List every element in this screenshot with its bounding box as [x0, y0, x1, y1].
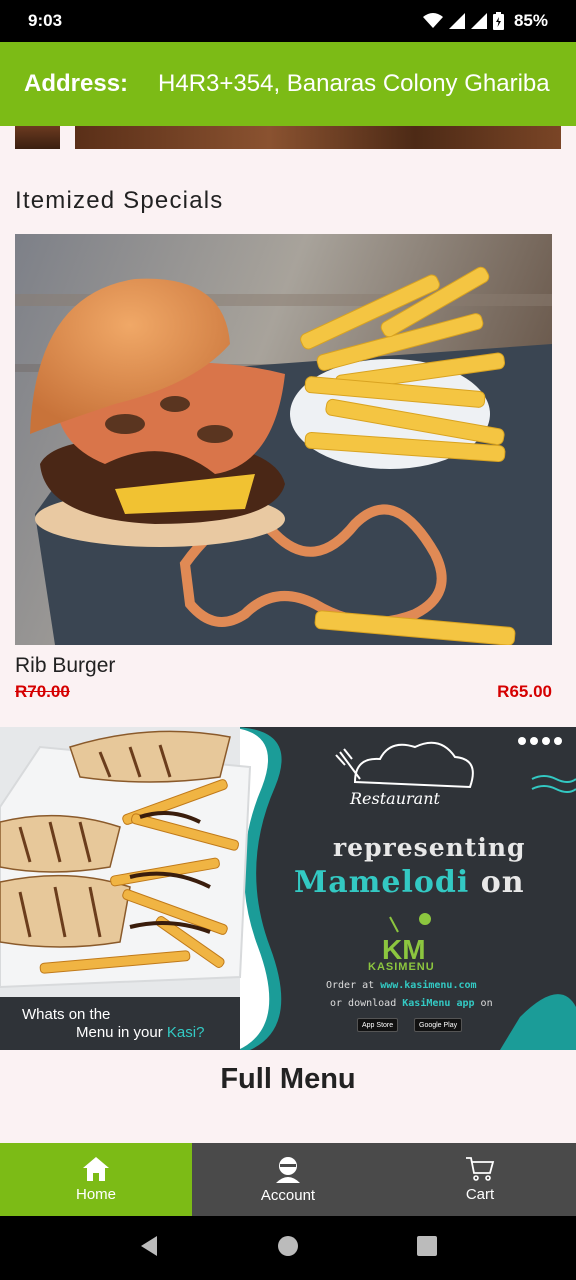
- battery-percent: 85%: [513, 11, 548, 30]
- download-app: KasiMenu app: [402, 998, 475, 1009]
- section-title: Itemized Specials: [15, 187, 224, 214]
- banner-tagline: Whats on the Menu in your Kasi?: [22, 1006, 204, 1042]
- signal-icon: [470, 13, 487, 29]
- wifi-icon: [422, 13, 443, 29]
- recents-icon[interactable]: [415, 1234, 439, 1263]
- nav-account[interactable]: Account: [192, 1143, 384, 1216]
- restaurant-logo-text: Restaurant: [350, 789, 440, 808]
- status-bar: 9:03 85%: [0, 0, 576, 42]
- google-play-badge: Google Play: [414, 1018, 463, 1032]
- system-nav-bar: [0, 1216, 576, 1280]
- battery-icon: [492, 12, 504, 30]
- download-line: or download KasiMenu app on: [330, 998, 493, 1009]
- old-price: R70.00: [15, 682, 70, 701]
- bottom-nav: Home Account Cart: [0, 1143, 576, 1216]
- signal-icon: [448, 13, 465, 29]
- nav-cart[interactable]: Cart: [384, 1143, 576, 1216]
- address-label: Address:: [24, 70, 129, 97]
- order-prefix: Order at: [326, 980, 375, 991]
- nav-cart-label: Cart: [465, 1186, 495, 1203]
- tagline-on-the: on the: [68, 1006, 111, 1023]
- home-circle-icon[interactable]: [276, 1234, 300, 1263]
- on-word: on: [480, 865, 525, 900]
- download-suffix: on: [480, 998, 493, 1009]
- home-icon: [82, 1156, 110, 1182]
- item-name[interactable]: Rib Burger: [15, 654, 115, 678]
- order-url: www.kasimenu.com: [380, 980, 477, 991]
- kasimenu-logo-text: KASIMENU: [368, 961, 435, 973]
- previous-item-image[interactable]: [75, 126, 561, 149]
- burger-and-fries-photo[interactable]: [15, 234, 552, 645]
- order-line: Order at www.kasimenu.com: [326, 980, 477, 991]
- new-price: R65.00: [497, 682, 552, 701]
- previous-item-thumb[interactable]: [15, 126, 60, 149]
- app-store-badge: App Store: [357, 1018, 399, 1032]
- kasimenu-promo-banner[interactable]: Restaurant representing Mamelodi on KM K…: [0, 727, 576, 1050]
- full-menu-title: Full Menu: [220, 1063, 356, 1095]
- tagline-in-your: in your: [117, 1024, 163, 1041]
- nav-home[interactable]: Home: [0, 1143, 192, 1216]
- back-icon[interactable]: [137, 1234, 161, 1263]
- representing-text: representing: [333, 833, 526, 862]
- address-bar[interactable]: Address: H4R3+354, Banaras Colony Gharib…: [0, 42, 576, 126]
- status-time: 9:03: [28, 11, 63, 30]
- mamelodi-word: Mamelodi: [294, 865, 470, 900]
- address-value: H4R3+354, Banaras Colony Ghariba: [158, 70, 550, 97]
- cart-icon: [465, 1156, 495, 1182]
- download-prefix: or download: [330, 998, 397, 1009]
- account-icon: [274, 1155, 302, 1183]
- nav-account-label: Account: [260, 1187, 316, 1204]
- mamelodi-text: Mamelodi on: [294, 865, 525, 900]
- tagline-kasi: Kasi?: [166, 1024, 205, 1041]
- tagline-menu: Menu: [76, 1024, 114, 1041]
- tagline-whats: Whats: [22, 1006, 65, 1023]
- nav-home-label: Home: [75, 1186, 116, 1203]
